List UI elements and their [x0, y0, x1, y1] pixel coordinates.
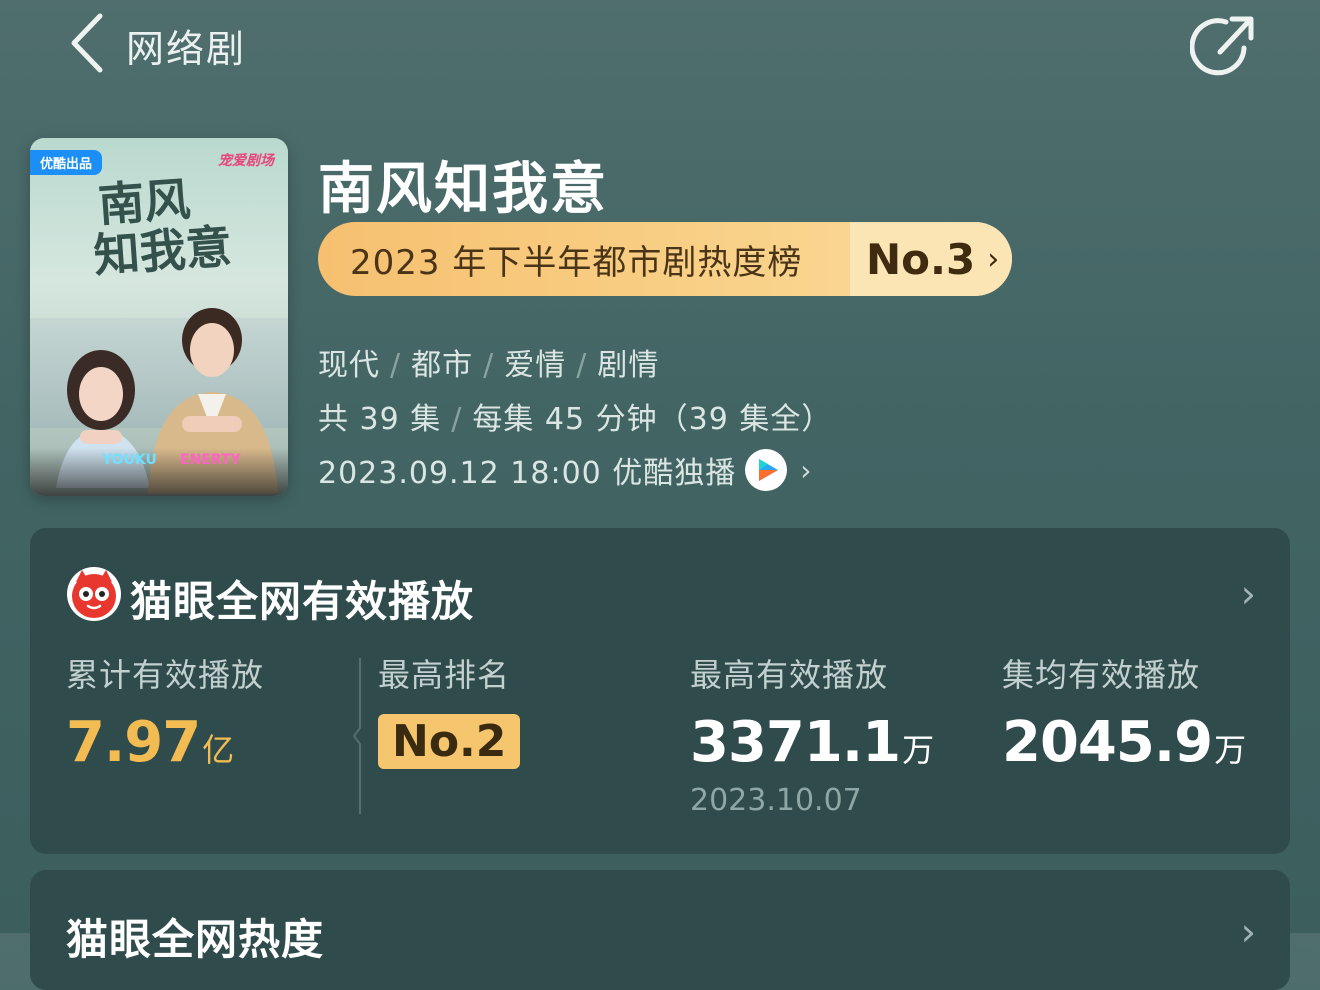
ranking-number-value: No.3 — [866, 234, 976, 284]
stat-total-views: 累计有效播放 7.97亿 — [66, 650, 264, 775]
episode-duration: 每集 45 分钟（39 集全） — [472, 402, 833, 437]
poster-logo-youku: YOUKU — [102, 452, 157, 468]
episode-count: 共 39 集 — [318, 402, 442, 437]
chevron-right-icon: › — [987, 241, 1000, 277]
stat-number: 7.97 — [66, 710, 201, 775]
drama-title: 南风知我意 — [318, 157, 608, 222]
back-chevron-icon[interactable] — [64, 10, 114, 76]
stat-date: 2023.10.07 — [690, 783, 862, 818]
ranking-pill[interactable]: 2023 年下半年都市剧热度榜 No.3 › — [318, 222, 1012, 296]
genre-tag: 现代 — [318, 348, 380, 383]
maoyan-views-card[interactable]: 猫眼全网有效播放 › 累计有效播放 7.97亿 最高排名 No.2 最高有效播放… — [30, 528, 1290, 854]
theater-badge: 宠爱剧场 — [218, 153, 274, 169]
ranking-number: No.3 › — [850, 222, 1012, 296]
maoyan-cat-icon — [67, 567, 121, 621]
stat-unit: 万 — [902, 731, 934, 769]
chevron-right-icon: › — [1240, 572, 1256, 616]
ranking-text: 2023 年下半年都市剧热度榜 — [350, 242, 803, 283]
stat-unit: 亿 — [202, 731, 234, 769]
stat-avg-views: 集均有效播放 2045.9万 — [1002, 650, 1246, 775]
rank-badge: No.2 — [378, 714, 521, 769]
stat-label: 最高排名 — [378, 656, 511, 694]
stat-unit: 万 — [1214, 731, 1246, 769]
stat-highest-rank: 最高排名 No.2 — [378, 650, 521, 769]
premiere-date: 2023.09.12 18:00 优酷独播 — [318, 456, 737, 491]
poster-footer — [30, 448, 288, 496]
genre-tag: 爱情 — [504, 348, 567, 383]
stat-peak-views: 最高有效播放 3371.1万 2023.10.07 — [690, 650, 934, 818]
chevron-right-icon: › — [800, 453, 813, 487]
maoyan-heat-card[interactable]: 猫眼全网热度 › — [30, 870, 1290, 990]
card-title: 猫眼全网有效播放 — [130, 577, 475, 626]
stat-value: 2045.9万 — [1002, 710, 1246, 775]
tag-separator: / — [576, 348, 588, 383]
info-separator: / — [451, 402, 463, 437]
chevron-right-icon: › — [1240, 910, 1256, 954]
page-title: 网络剧 — [126, 27, 247, 71]
stat-divider — [352, 658, 361, 814]
episode-info: 共 39 集 / 每集 45 分钟（39 集全） — [318, 394, 832, 438]
stat-label: 集均有效播放 — [1002, 656, 1201, 694]
premiere-info[interactable]: 2023.09.12 18:00 优酷独播 › — [318, 448, 813, 492]
stat-label: 最高有效播放 — [690, 656, 889, 694]
poster-logo-partner: ENERTY — [180, 452, 241, 468]
youku-logo-icon — [745, 449, 788, 491]
genre-tags: 现代 / 都市 / 爱情 / 剧情 — [318, 340, 659, 384]
stat-label: 累计有效播放 — [66, 656, 265, 694]
poster-calligraphy-title: 南风 知我意 — [89, 171, 234, 283]
card-title: 猫眼全网热度 — [66, 915, 325, 964]
stat-number: 2045.9 — [1002, 710, 1213, 775]
tag-separator: / — [483, 348, 495, 383]
share-icon[interactable] — [1190, 12, 1260, 82]
genre-tag: 都市 — [411, 348, 474, 383]
youku-original-badge: 优酷出品 — [30, 150, 103, 175]
stat-value: 3371.1万 — [690, 710, 934, 775]
drama-poster[interactable]: 优酷出品 宠爱剧场 南风 知我意 YOUKU ENERTY — [30, 138, 288, 496]
poster-calligraphy-line2: 知我意 — [92, 219, 234, 283]
tag-separator: / — [390, 348, 402, 383]
stat-value: 7.97亿 — [66, 710, 264, 775]
genre-tag: 剧情 — [597, 348, 660, 383]
stat-number: 3371.1 — [690, 710, 901, 775]
